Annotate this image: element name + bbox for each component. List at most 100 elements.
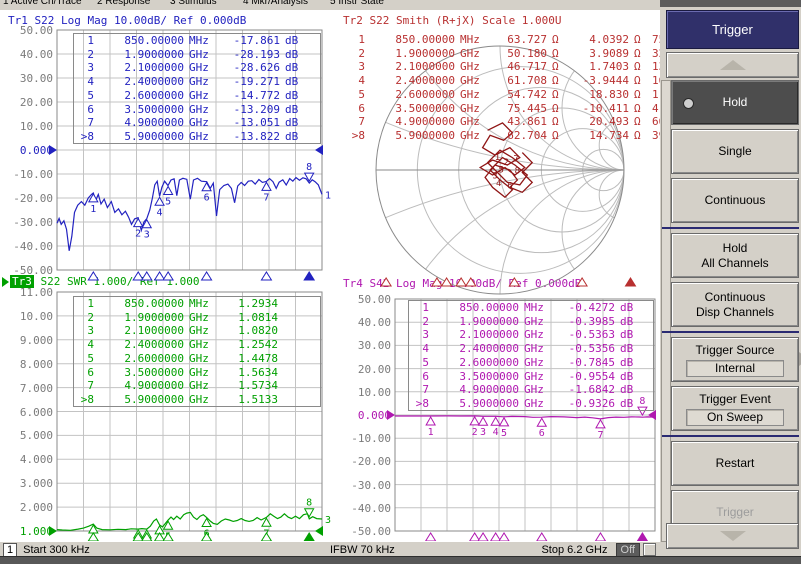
marker-cell: 2 xyxy=(345,47,365,60)
marker-cell: MHz xyxy=(184,297,218,310)
marker-cell: 62.704 xyxy=(487,129,547,142)
softkey-label: Hold xyxy=(723,241,748,256)
softkey-trigger-event[interactable]: Trigger EventOn Sweep xyxy=(671,386,799,431)
marker-cell: GHz xyxy=(519,397,553,410)
svg-text:1: 1 xyxy=(495,153,500,163)
softkey-list: HoldSingleContinuousHoldAll ChannelsCont… xyxy=(671,80,799,539)
y-axis-label: -30.00 xyxy=(9,216,53,229)
marker-cell: GHz xyxy=(184,324,218,337)
softkey-hold-all-channels[interactable]: HoldAll Channels xyxy=(671,233,799,278)
marker-cell: Ω xyxy=(629,102,647,115)
marker-cell: 5 xyxy=(74,89,94,102)
y-axis-label: 50.00 xyxy=(347,293,391,306)
svg-text:8: 8 xyxy=(515,167,520,177)
marker-cell: GHz xyxy=(455,47,487,60)
marker-cell: Ω xyxy=(547,33,565,46)
marker-cell: 6 xyxy=(409,370,429,383)
marker-cell: dB xyxy=(615,342,639,355)
marker-cell: Ω xyxy=(629,33,647,46)
marker-cell: Ω xyxy=(547,129,565,142)
menu-item-3[interactable]: 3 Stimulus xyxy=(170,0,217,9)
softkey-group-separator xyxy=(662,331,799,333)
softkey-restart[interactable]: Restart xyxy=(671,441,799,486)
marker-cell: GHz xyxy=(519,328,553,341)
menu-item-5[interactable]: 5 Instr State xyxy=(330,0,384,9)
scroll-up-button[interactable] xyxy=(666,52,799,78)
y-axis-label: 11.00 xyxy=(9,286,53,299)
marker-cell: 2 xyxy=(74,311,94,324)
softkey-panel: Trigger HoldSingleContinuousHoldAll Chan… xyxy=(660,0,801,556)
marker-cell: -1.6842 xyxy=(553,383,615,396)
y-axis-label: 20.00 xyxy=(9,96,53,109)
marker-cell: GHz xyxy=(455,74,487,87)
softkey-hold[interactable]: Hold xyxy=(671,80,799,125)
marker-cell: 2.6000000 xyxy=(365,88,455,101)
y-axis-label: 2.000 xyxy=(9,501,53,514)
marker-cell: 6 xyxy=(74,103,94,116)
y-axis-label: 4.000 xyxy=(9,453,53,466)
marker-cell: -28.193 xyxy=(218,48,280,61)
marker-cell: GHz xyxy=(184,311,218,324)
scroll-down-button[interactable] xyxy=(666,523,799,549)
softkey-continuous-disp-channels[interactable]: ContinuousDisp Channels xyxy=(671,282,799,327)
marker-cell: 6 xyxy=(74,366,94,379)
marker-cell: Ω xyxy=(629,115,647,128)
marker-cell: GHz xyxy=(519,370,553,383)
marker-cell: MHz xyxy=(455,33,487,46)
marker-cell: GHz xyxy=(519,315,553,328)
y-axis-label: -20.00 xyxy=(9,192,53,205)
ref-level-right-arrow-icon xyxy=(315,145,323,155)
softkey-menu-title: Trigger xyxy=(666,10,799,49)
marker-cell: dB xyxy=(615,383,639,396)
y-axis-label: -40.00 xyxy=(9,240,53,253)
marker-cell: GHz xyxy=(184,366,218,379)
y-axis-label: -50.00 xyxy=(9,264,53,277)
marker-cell: Ω xyxy=(547,88,565,101)
softkey-label: Continuous xyxy=(705,290,766,305)
marker-cell: GHz xyxy=(184,379,218,392)
marker-cell: 66 xyxy=(647,115,661,128)
marker-cell: 4 xyxy=(345,74,365,87)
y-axis-label: 6.000 xyxy=(9,406,53,419)
marker-cell: dB xyxy=(280,48,304,61)
marker-cell: 7 xyxy=(74,116,94,129)
marker-cell: -0.7845 xyxy=(553,356,615,369)
marker-cell: 20.493 xyxy=(565,115,629,128)
marker-cell: GHz xyxy=(184,48,218,61)
marker-cell: 5 xyxy=(74,352,94,365)
marker-cell: 4.9000000 xyxy=(94,379,184,392)
marker-cell: 1.5734 xyxy=(218,379,278,392)
marker-cell: GHz xyxy=(184,89,218,102)
softkey-continuous[interactable]: Continuous xyxy=(671,178,799,223)
softkey-trigger-source[interactable]: Trigger SourceInternal xyxy=(671,337,799,382)
svg-text:7: 7 xyxy=(597,430,603,441)
marker-cell: 2.4000000 xyxy=(94,75,184,88)
menu-item-4[interactable]: 4 Mkr/Analysis xyxy=(243,0,308,9)
up-triangle-icon xyxy=(720,60,746,70)
marker-cell: -0.3985 xyxy=(553,315,615,328)
marker-cell: -13.209 xyxy=(218,103,280,116)
y-axis-label: 3.000 xyxy=(9,477,53,490)
marker-cell: GHz xyxy=(519,342,553,355)
softkey-scrollbar[interactable] xyxy=(661,80,671,542)
svg-text:6: 6 xyxy=(204,193,210,204)
svg-text:2: 2 xyxy=(472,427,478,438)
svg-text:4: 4 xyxy=(496,179,501,189)
marker-cell: -0.9554 xyxy=(553,370,615,383)
menu-item-1[interactable]: 1 Active Ch/Trace xyxy=(3,0,82,9)
status-mini-button[interactable] xyxy=(643,543,656,556)
marker-cell: 2.1000000 xyxy=(365,60,455,73)
marker-cell: dB xyxy=(280,130,304,143)
y-axis-label: 40.00 xyxy=(9,48,53,61)
marker-cell: 1.9000000 xyxy=(94,311,184,324)
marker-cell: Ω xyxy=(547,47,565,60)
marker-cell: -17.861 xyxy=(218,34,280,47)
softkey-single[interactable]: Single xyxy=(671,129,799,174)
marker-cell: Ω xyxy=(547,74,565,87)
y-axis-label: 10.00 xyxy=(347,386,391,399)
menu-item-2[interactable]: 2 Response xyxy=(97,0,150,9)
y-axis-label: -40.00 xyxy=(347,502,391,515)
status-bar: 1 Start 300 kHz IFBW 70 kHz Stop 6.2 GHz… xyxy=(0,541,660,557)
marker-cell: 4.9000000 xyxy=(365,115,455,128)
tr4-marker-table: 1850.00000MHz-0.4272dB21.9000000GHz-0.39… xyxy=(408,300,654,411)
